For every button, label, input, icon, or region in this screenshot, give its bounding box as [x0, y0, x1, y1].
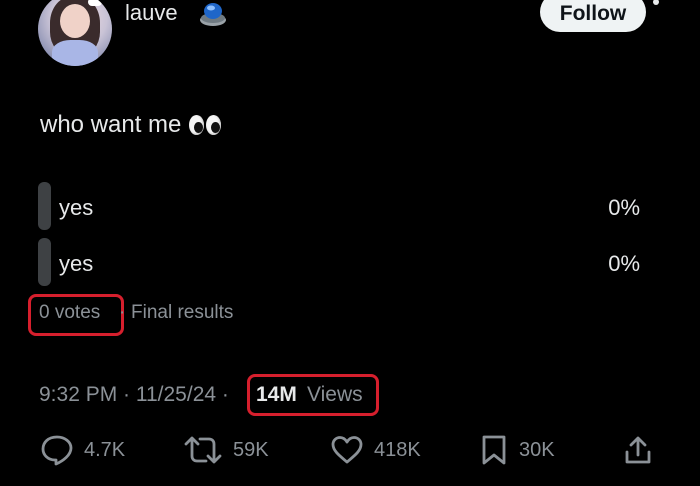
poll-option-label: yes [59, 251, 94, 276]
like-button[interactable]: 418K [330, 434, 421, 466]
bookmark-count: 30K [519, 438, 555, 461]
like-count: 418K [374, 438, 421, 461]
repost-count: 59K [233, 438, 269, 461]
username[interactable]: lauve [125, 0, 178, 28]
post-timestamp[interactable]: 9:32 PM · 11/25/24 · [39, 381, 229, 409]
poll-option-bar [38, 238, 51, 286]
poll-option-label: yes [59, 195, 94, 220]
poll-status: Final results [131, 302, 234, 323]
poll-option-bar [38, 182, 51, 230]
avatar[interactable] [38, 0, 112, 66]
bookmark-icon [482, 435, 506, 465]
repost-icon [184, 436, 222, 464]
heart-icon [331, 436, 363, 464]
poll-option-percent: 0% [608, 195, 640, 220]
separator-dot: · [119, 302, 126, 323]
poll-votes-count: 0 votes [39, 302, 101, 323]
share-button[interactable] [623, 434, 653, 466]
poll-option-percent: 0% [608, 251, 640, 276]
post-text: who want me [40, 110, 222, 140]
views-label: Views [307, 383, 363, 406]
views-count: 14M [256, 383, 297, 406]
eyes-emoji-icon [189, 115, 222, 135]
more-options-icon[interactable] [653, 0, 659, 5]
post-text-content: who want me [40, 111, 182, 138]
reply-count: 4.7K [84, 438, 126, 461]
share-icon [625, 436, 651, 464]
blue-button-emoji-icon [198, 0, 228, 28]
reply-button[interactable]: 4.7K [40, 434, 125, 466]
follow-button[interactable]: Follow [540, 0, 646, 32]
reply-icon [41, 435, 73, 466]
bookmark-button[interactable]: 30K [479, 434, 555, 466]
repost-button[interactable]: 59K [183, 434, 269, 466]
